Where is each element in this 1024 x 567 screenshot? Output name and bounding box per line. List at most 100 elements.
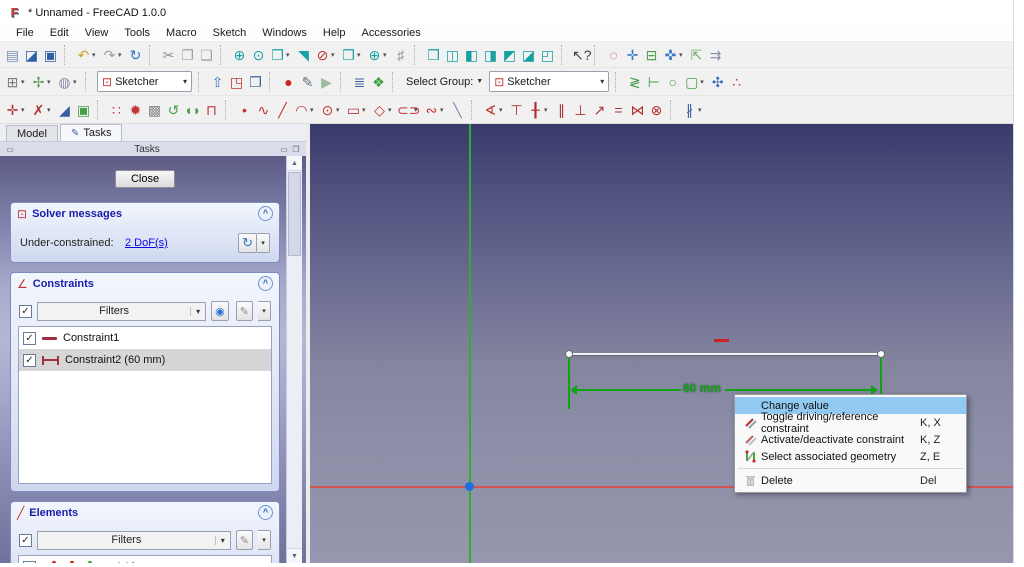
element-settings-button[interactable]: ✎ [236,530,253,550]
collapse-chevron-icon[interactable]: ^ [258,206,273,221]
elements-filter-combo[interactable]: Filters ▾ [37,531,231,550]
zoom-tools-button[interactable]: ⊕▾ [365,44,391,66]
panel-scrollbar[interactable]: ▲ ▼ [286,156,302,563]
view-section-button[interactable]: ❒ [246,71,265,93]
delete-geometry-button[interactable]: ✗▾ [29,99,55,121]
create-slot-button[interactable]: ⊂⊃▾ [396,99,422,121]
menu-help[interactable]: Help [315,25,354,42]
constraint-row-2[interactable]: ✓ Constraint2 (60 mm) [19,349,271,371]
left-view-button[interactable]: ◰ [538,44,557,66]
symmetry-button[interactable]: ↺ [164,99,183,121]
show-points-button[interactable]: ∷ [107,99,126,121]
horizontal-constraint-mark[interactable] [714,339,729,342]
validate-sketch-button[interactable]: ◌ [604,44,623,66]
constrain-perpendicular-button[interactable]: ⊥ [571,99,590,121]
save-document-button[interactable]: ▣ [41,44,60,66]
macro-edit-button[interactable]: ✎ [298,71,317,93]
show-bspline-frame-button[interactable]: ▢▾ [682,71,708,93]
element1-checkbox[interactable]: ✓ [23,561,36,564]
create-arc-button[interactable]: ◠▾ [292,99,318,121]
render-order-button[interactable]: ◍▾ [55,71,81,93]
rear-view-button[interactable]: ◩ [500,44,519,66]
scrollbar-thumb[interactable] [288,172,301,256]
constraint1-checkbox[interactable]: ✓ [23,332,36,345]
paste-button[interactable]: ❏ [197,44,216,66]
menu-macro[interactable]: Macro [158,25,205,42]
sketch-line[interactable] [569,353,882,355]
create-polygon-button[interactable]: ◇▾ [370,99,396,121]
align-to-selection-button[interactable]: ◥ [294,44,313,66]
element-row-1[interactable]: ✓ — 1-Line [19,556,271,563]
menu-item-delete[interactable]: Delete Del [735,472,966,489]
constrain-lock-button[interactable]: ⊤ [507,99,526,121]
3d-viewport[interactable]: 60 mm Change value Toggle driving/refere… [310,124,1013,563]
zoom-fit-all-button[interactable]: ⊕ [230,44,249,66]
menu-item-activate-constraint[interactable]: Activate/deactivate constraint K, Z [735,431,966,448]
leave-sketch-button[interactable]: ⇧ [208,71,227,93]
macro-record-button[interactable]: ● [279,71,298,93]
macro-play-button[interactable]: ▶ [317,71,336,93]
dimension-line-left[interactable] [576,389,681,391]
remove-redundant-constraints-button[interactable]: ⊟ [642,44,661,66]
auto-update-dropdown[interactable]: ▾ [257,233,270,253]
create-clone-button[interactable]: ▣ [74,99,93,121]
group-selector[interactable]: ⊡Sketcher▾ [489,71,609,92]
front-view-button[interactable]: ◫ [443,44,462,66]
scroll-up-icon[interactable]: ▲ [287,156,302,171]
add-auto-constraints-button[interactable]: ✛ [623,44,642,66]
tab-model[interactable]: Model [6,125,58,141]
collapse-chevron-icon[interactable]: ^ [258,505,273,520]
constraint-settings-button[interactable]: ✎ [236,301,253,321]
dimension-line-right[interactable] [725,389,873,391]
show-knot-points-button[interactable]: ✣ [708,71,727,93]
select-group-label[interactable]: Select Group:▼ [402,76,487,88]
refresh-button[interactable]: ↻ [126,44,145,66]
tab-tasks[interactable]: ✎Tasks [60,124,123,141]
toggle-snap-button[interactable]: ✢▾ [29,71,55,93]
menu-item-select-geometry[interactable]: Select associated geometry Z, E [735,448,966,465]
dependency-tree-button[interactable]: ≣ [350,71,369,93]
auto-update-button[interactable]: ↻ [238,233,257,253]
menu-tools[interactable]: Tools [116,25,158,42]
sketch-point-start[interactable] [565,350,573,358]
scene-inspector-button[interactable]: ❖ [369,71,388,93]
construction-mode-button[interactable]: ╲ [448,99,467,121]
constraint2-checkbox[interactable]: ✓ [23,354,36,367]
create-line-button[interactable]: ╱ [273,99,292,121]
right-view-button[interactable]: ◨ [481,44,500,66]
polyline-tools-button[interactable]: ⊓ [202,99,221,121]
draw-style-button[interactable]: ❒▾ [339,44,365,66]
elements-header[interactable]: ╱ Elements ^ [11,502,279,523]
float-window-icon[interactable]: ❐ [290,145,302,154]
dock-window-icon[interactable]: ▭ [278,145,290,154]
mirror-sketch-button[interactable]: ⇱ [687,44,706,66]
constraints-filter-combo[interactable]: Filters ▾ [37,302,206,321]
dock-icon[interactable]: ▭ [4,145,16,154]
clipping-plane-button[interactable]: ⊘▾ [313,44,339,66]
measure-button[interactable]: ♯ [391,44,410,66]
show-geometry-info-button[interactable]: ≷ [625,71,644,93]
menu-accessories[interactable]: Accessories [354,25,429,42]
workbench-selector[interactable]: ⊡Sketcher▾ [97,71,192,92]
internal-alignment-button[interactable]: ✹ [126,99,145,121]
menu-windows[interactable]: Windows [254,25,315,42]
create-polyline-button[interactable]: ∿ [254,99,273,121]
undo-button[interactable]: ↶▾ [74,44,100,66]
merge-sketches-button[interactable]: ⇉ [706,44,725,66]
constrain-tangent-button[interactable]: ↗ [590,99,609,121]
menu-item-toggle-driving[interactable]: Toggle driving/reference constraint K, X [735,414,966,431]
periodic-bspline-button[interactable]: ◖◗ [183,99,202,121]
toggle-grid-button[interactable]: ⊞▾ [3,71,29,93]
switch-virtual-space-button[interactable]: ▩ [145,99,164,121]
show-constraints-button[interactable]: ◉ [211,301,229,321]
constrain-block-button[interactable]: ⊗ [647,99,666,121]
constrain-distance-xy-button[interactable]: ╂▾ [526,99,552,121]
redo-button[interactable]: ↷▾ [100,44,126,66]
top-view-button[interactable]: ◧ [462,44,481,66]
menu-view[interactable]: View [77,25,117,42]
select-associated-geometry-tool-button[interactable]: ⊢ [644,71,663,93]
axonometric-views-button[interactable]: ❒▾ [268,44,294,66]
menu-file[interactable]: File [8,25,42,42]
constraint-settings-dropdown[interactable]: ▾ [258,301,271,321]
solver-messages-header[interactable]: ⊡ Solver messages ^ [11,203,279,224]
